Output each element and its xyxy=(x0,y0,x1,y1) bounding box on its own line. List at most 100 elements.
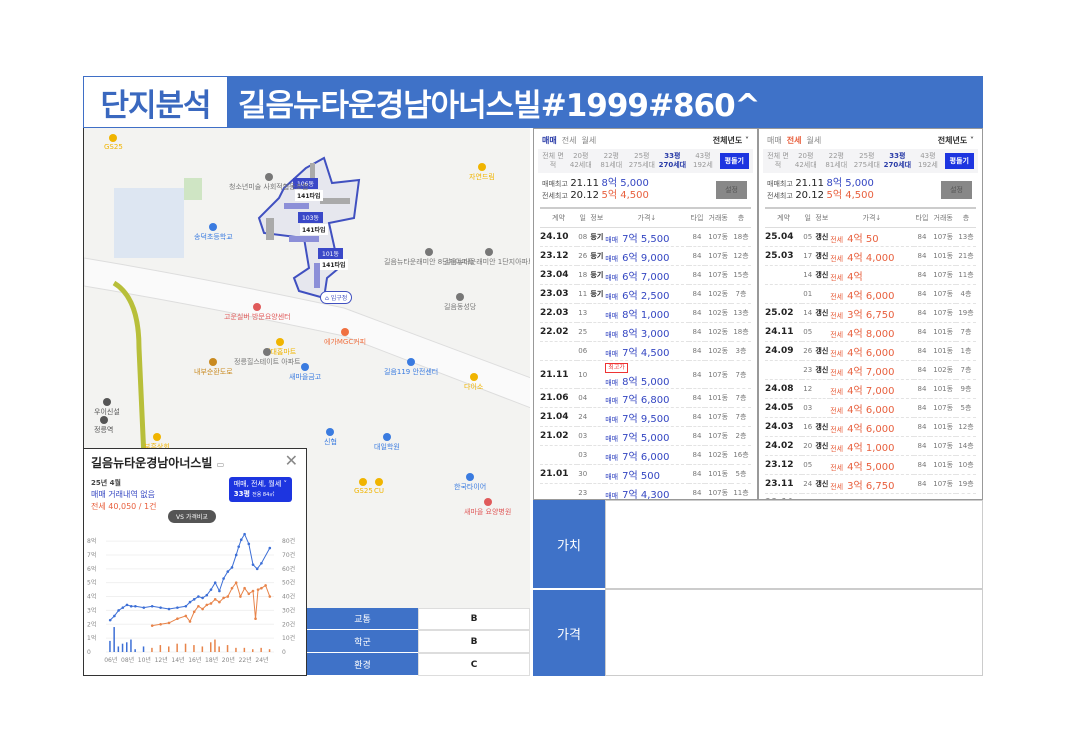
map-poi[interactable]: 청소년미술 사회적협동조합 xyxy=(229,173,309,192)
settings-button[interactable]: 설정 xyxy=(941,181,972,199)
column-header[interactable]: 거래동 xyxy=(705,207,732,228)
size-expand-button[interactable]: 평돌기 xyxy=(719,153,749,169)
map-poi[interactable]: 길음119 안전센터 xyxy=(384,358,438,377)
tab-deal-type[interactable]: 월세 xyxy=(806,135,821,146)
map-poi[interactable]: 내부순환도로 xyxy=(194,358,233,377)
size-option[interactable]: 33평 270세대 xyxy=(659,152,687,170)
map-poi[interactable]: 새마을금고 xyxy=(289,363,321,382)
rating-label-environment: 환경 xyxy=(307,653,418,676)
tab-deal-type[interactable]: 전세 xyxy=(787,135,802,146)
map-poi[interactable]: GS25 xyxy=(354,478,373,495)
map-poi[interactable]: 자연드림 xyxy=(469,163,495,182)
map-poi[interactable]: 길음동성당 xyxy=(444,293,476,312)
data-point xyxy=(213,598,217,601)
subway-line xyxy=(112,280,147,459)
table-row[interactable]: 25.04 05 갱신 전세 4억 50 84 107동 13층 xyxy=(765,227,976,247)
column-header[interactable]: 가격↓ xyxy=(605,207,689,228)
map-poi[interactable]: 송덕초등학교 xyxy=(194,223,233,242)
column-header[interactable]: 가격↓ xyxy=(830,207,914,228)
table-row[interactable]: 23.04 18 등기 매매 6억 7,000 84 107동 15층 xyxy=(540,265,751,285)
table-row[interactable]: 21.01 30 매매 7억 500 84 101동 5층 xyxy=(540,464,751,484)
size-option[interactable]: 20평 42세대 xyxy=(567,152,595,170)
table-row[interactable]: 23 갱신 전세 4억 7,000 84 102동 7층 xyxy=(765,360,976,380)
column-header[interactable]: 타입 xyxy=(913,207,931,228)
data-point xyxy=(125,603,129,607)
map-poi[interactable]: 우이신설 xyxy=(94,398,120,417)
data-point xyxy=(255,567,259,571)
map-poi[interactable]: 신협 xyxy=(324,428,337,447)
size-option[interactable]: 33평 270세대 xyxy=(884,152,912,170)
table-row[interactable]: 24.10 08 등기 매매 7억 5,500 84 107동 18층 xyxy=(540,227,751,247)
table-row[interactable]: 01 전세 4억 6,000 84 107동 4층 xyxy=(765,284,976,304)
tab-deal-type[interactable]: 매매 xyxy=(767,135,782,146)
map-poi[interactable]: 정릉역 xyxy=(94,416,113,435)
table-row[interactable]: 25.03 17 갱신 전세 4억 4,000 84 101동 21층 xyxy=(765,246,976,266)
map-poi[interactable]: 새마을 요양병원 xyxy=(464,498,511,517)
table-row[interactable]: 21.11 10 최고가 매매 8억 5,000 84 107동 7층 xyxy=(540,360,751,389)
table-row[interactable]: 22.02 25 매매 8억 3,000 84 102동 18층 xyxy=(540,322,751,342)
table-row[interactable]: 24.02 20 갱신 전세 4억 1,000 84 107동 14층 xyxy=(765,436,976,456)
column-header[interactable]: 정보 xyxy=(813,207,831,228)
column-header[interactable]: 층 xyxy=(731,207,751,228)
map-poi[interactable]: 길음뉴타운래미안 1단지아파트 xyxy=(444,248,530,267)
table-row[interactable]: 23.12 26 등기 매매 6억 9,000 84 107동 12층 xyxy=(540,246,751,266)
table-row[interactable]: 21.06 04 매매 7억 6,800 84 101동 7층 xyxy=(540,388,751,408)
table-row[interactable]: 24.03 16 갱신 전세 4억 6,000 84 101동 12층 xyxy=(765,417,976,437)
table-row[interactable]: 24.09 26 갱신 전세 4억 6,000 84 101동 1층 xyxy=(765,341,976,361)
tab-deal-type[interactable]: 전세 xyxy=(562,135,577,146)
table-row[interactable]: 03 매매 7억 6,000 84 102동 16층 xyxy=(540,445,751,465)
settings-button[interactable]: 설정 xyxy=(716,181,747,199)
table-row[interactable]: 06 매매 7억 4,500 84 102동 3층 xyxy=(540,341,751,361)
year-filter-dropdown[interactable]: 전체년도 ˅ xyxy=(713,135,749,146)
table-row[interactable]: 14 갱신 전세 4억 84 107동 11층 xyxy=(765,265,976,285)
column-header[interactable]: 타입 xyxy=(688,207,706,228)
column-header[interactable]: 일 xyxy=(801,207,814,228)
column-header[interactable]: 계약 xyxy=(540,207,577,228)
data-point xyxy=(201,596,204,600)
size-option[interactable]: 22평 81세대 xyxy=(823,152,851,170)
size-option[interactable]: 43평 192세 xyxy=(914,152,942,170)
map-poi[interactable]: 한국타이어 xyxy=(454,473,486,492)
tab-deal-type[interactable]: 월세 xyxy=(581,135,596,146)
entrance-marker[interactable]: ⌂ 입구정 xyxy=(320,291,353,304)
table-row[interactable]: 24.05 03 전세 4억 6,000 84 107동 5층 xyxy=(765,398,976,418)
size-expand-button[interactable]: 평돌기 xyxy=(944,153,974,169)
column-header[interactable]: 계약 xyxy=(765,207,802,228)
size-option[interactable]: 25평 275세대 xyxy=(853,152,881,170)
tab-deal-type[interactable]: 매매 xyxy=(542,135,557,146)
building-tag-101[interactable]: 101동 xyxy=(318,248,343,259)
map-poi[interactable]: 대일학원 xyxy=(374,433,400,452)
column-header[interactable]: 거래동 xyxy=(930,207,957,228)
size-option[interactable]: 20평 42세대 xyxy=(792,152,820,170)
table-row[interactable]: 23.11 24 갱신 전세 3억 6,750 84 107동 19층 xyxy=(765,474,976,494)
data-point xyxy=(222,596,225,600)
map-poi[interactable]: 다이소 xyxy=(464,373,483,392)
table-row[interactable]: 24.08 12 전세 4억 7,000 84 101동 9층 xyxy=(765,379,976,399)
building-tag-103[interactable]: 103동 xyxy=(298,212,323,223)
close-icon[interactable]: ✕ xyxy=(285,451,298,470)
column-header[interactable]: 층 xyxy=(956,207,976,228)
x-tick-label: 08년 xyxy=(121,656,134,664)
data-point xyxy=(247,542,251,546)
map-poi[interactable]: 에가MGC커피 xyxy=(324,328,366,347)
map-poi[interactable]: 고운실버 방문요양센터 xyxy=(224,303,291,322)
table-row[interactable]: 23.03 11 등기 매매 6억 2,500 84 102동 7층 xyxy=(540,284,751,304)
size-option[interactable]: 22평 81세대 xyxy=(598,152,626,170)
table-row[interactable]: 25.02 14 갱신 전세 3억 6,750 84 107동 19층 xyxy=(765,303,976,323)
table-row[interactable]: 24.11 05 전세 4억 8,000 84 101동 7층 xyxy=(765,322,976,342)
table-row[interactable]: 22.03 13 매매 8억 1,000 84 102동 13층 xyxy=(540,303,751,323)
map-poi[interactable]: GS25 xyxy=(104,134,123,151)
size-option[interactable]: 43평 192세 xyxy=(689,152,717,170)
table-row[interactable]: 21.04 24 매매 7억 9,500 84 107동 7층 xyxy=(540,407,751,427)
table-row[interactable]: 23 매매 7억 4,300 84 107동 11층 xyxy=(540,483,751,499)
data-point xyxy=(150,604,154,608)
table-row[interactable]: 21.02 03 매매 7억 5,000 84 107동 2층 xyxy=(540,426,751,446)
column-header[interactable]: 일 xyxy=(576,207,589,228)
column-header[interactable]: 정보 xyxy=(588,207,606,228)
poi-label: 길음119 안전센터 xyxy=(384,368,439,376)
year-filter-dropdown[interactable]: 전체년도 ˅ xyxy=(938,135,974,146)
size-option[interactable]: 25평 275세대 xyxy=(628,152,656,170)
table-row[interactable]: 23.12 05 전세 4억 5,000 84 101동 10층 xyxy=(765,455,976,475)
filter-dropdown[interactable]: 매매, 전세, 월세 ˅ 33평 전용 84㎡ xyxy=(228,477,292,502)
map-poi[interactable]: CU xyxy=(374,478,384,495)
